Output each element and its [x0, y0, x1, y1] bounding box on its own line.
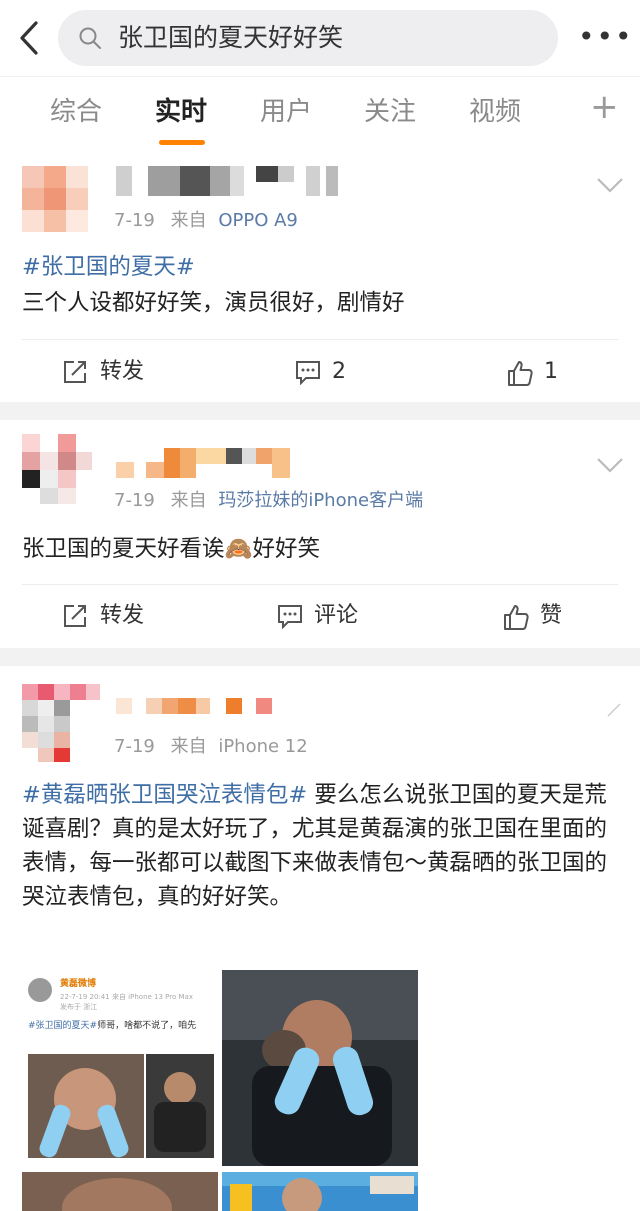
username-blurred[interactable] [116, 698, 276, 716]
divider [22, 339, 618, 340]
from-label: 来自 [170, 210, 207, 231]
embedded-author: 黄磊微博 [60, 979, 97, 989]
add-tab-icon[interactable]: + [590, 87, 619, 127]
filter-tabs: 综合 实时 用户 关注 视频 + [0, 76, 640, 152]
avatar[interactable] [22, 434, 92, 504]
image-thumbnail[interactable] [222, 1172, 418, 1211]
from-label: 来自 [170, 490, 207, 511]
topic-link[interactable]: #黄磊晒张卫国哭泣表情包# [22, 782, 307, 808]
repost-icon [64, 361, 86, 383]
tab-video[interactable]: 视频 [469, 95, 521, 129]
post-body: 张卫国的夏天好看诶 [22, 536, 225, 562]
image-thumbnail[interactable]: 黄磊微博 22-7-19 20:41 来自 iPhone 13 Pro Max … [22, 970, 218, 1166]
avatar[interactable] [22, 684, 100, 762]
post-card[interactable]: 7-19 来自 iPhone 12 #黄磊晒张卫国哭泣表情包# 要么怎么说张卫国… [0, 666, 640, 1211]
post-card[interactable]: 7-19 来自 玛莎拉妹的iPhone客户端 张卫国的夏天好看诶🙈好好笑 转发 … [0, 420, 640, 648]
repost-button[interactable]: 转发 [62, 341, 162, 403]
post-date: 7-19 [114, 210, 155, 231]
post-text: #张卫国的夏天# 三个人设都好好笑，演员很好，剧情好 [22, 250, 622, 320]
post-date: 7-19 [114, 736, 155, 757]
chevron-down-icon[interactable] [596, 456, 624, 474]
tab-users[interactable]: 用户 [260, 95, 312, 129]
embedded-text: #张卫国的夏天#师哥，啥都不说了，咱先 [28, 1021, 197, 1031]
repost-button[interactable]: 转发 [62, 585, 162, 647]
from-label: 来自 [170, 736, 207, 757]
thumbs-up-icon [508, 361, 533, 386]
comment-icon [278, 605, 302, 629]
topic-link[interactable]: #张卫国的夏天# [22, 254, 195, 280]
active-tab-indicator [159, 140, 205, 145]
back-arrow-icon[interactable] [14, 20, 44, 56]
menu-icon[interactable] [606, 702, 622, 718]
embedded-photo-crying [28, 1054, 144, 1160]
emoji: 🙈 [224, 536, 253, 562]
action-bar: 转发 评论 赞 [0, 585, 640, 647]
thumbs-up-icon [504, 605, 529, 630]
search-query[interactable]: 张卫国的夏天好好笑 [118, 23, 343, 53]
image-thumbnail[interactable] [22, 1172, 218, 1211]
post-meta: 7-19 来自 玛莎拉妹的iPhone客户端 [114, 490, 423, 512]
like-button[interactable]: 赞 [502, 585, 582, 647]
post-body-end: 好好笑 [252, 536, 321, 562]
embedded-time: 22-7-19 20:41 来自 iPhone 13 Pro Max [60, 993, 193, 1001]
avatar[interactable] [22, 166, 88, 232]
post-date: 7-19 [114, 490, 155, 511]
post-source[interactable]: iPhone 12 [218, 736, 307, 757]
username-blurred[interactable] [116, 448, 291, 480]
search-bar[interactable]: 张卫国的夏天好好笑 [58, 10, 558, 66]
repost-icon [64, 605, 86, 627]
embedded-location: 发布于 浙江 [60, 1003, 98, 1011]
post-source[interactable]: 玛莎拉妹的iPhone客户端 [218, 490, 423, 511]
image-thumbnail[interactable] [222, 970, 418, 1166]
chevron-down-icon[interactable] [596, 176, 624, 194]
post-meta: 7-19 来自 OPPO A9 [114, 210, 298, 232]
post-text: 张卫国的夏天好看诶🙈好好笑 [22, 532, 622, 566]
post-source[interactable]: OPPO A9 [218, 210, 298, 231]
top-bar: 张卫国的夏天好好笑 ••• [0, 0, 640, 76]
post-meta: 7-19 来自 iPhone 12 [114, 736, 308, 758]
post-body: 三个人设都好好笑，演员很好，剧情好 [22, 290, 405, 316]
username-blurred[interactable] [116, 166, 338, 210]
embedded-photo-hug [146, 1054, 214, 1158]
search-icon [79, 27, 101, 49]
like-button[interactable]: 1 [506, 341, 576, 403]
comment-button[interactable]: 2 [294, 341, 374, 403]
comment-icon [296, 361, 320, 385]
more-options-icon[interactable]: ••• [578, 22, 632, 52]
post-card[interactable]: 7-19 来自 OPPO A9 #张卫国的夏天# 三个人设都好好笑，演员很好，剧… [0, 152, 640, 402]
tab-comprehensive[interactable]: 综合 [50, 95, 102, 129]
tab-following[interactable]: 关注 [364, 95, 416, 129]
embedded-avatar [28, 978, 52, 1002]
comment-button[interactable]: 评论 [276, 585, 376, 647]
tab-realtime[interactable]: 实时 [155, 95, 207, 129]
action-bar: 转发 2 1 [0, 341, 640, 403]
post-text: #黄磊晒张卫国哭泣表情包# 要么怎么说张卫国的夏天是荒诞喜剧？真的是太好玩了，尤… [22, 778, 616, 914]
